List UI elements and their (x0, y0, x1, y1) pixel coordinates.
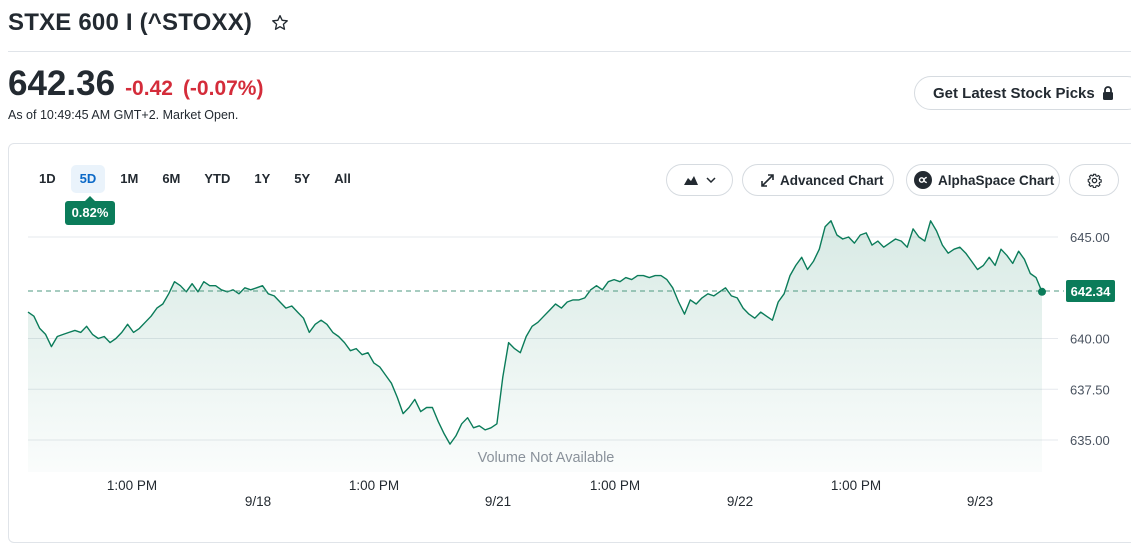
x-tick-label: 9/23 (967, 494, 993, 509)
x-tick-label: 9/21 (485, 494, 511, 509)
last-price-dot (1038, 287, 1046, 296)
price-area-fill (28, 220, 1042, 472)
x-tick-label: 1:00 PM (831, 478, 881, 493)
x-tick-label: 1:00 PM (107, 478, 157, 493)
last-price-label: 642.34 (1071, 284, 1112, 299)
y-tick-label: 637.50 (1070, 382, 1110, 397)
x-tick-label: 1:00 PM (349, 478, 399, 493)
y-tick-label: 635.00 (1070, 433, 1110, 448)
price-chart: 645.00 640.00 637.50 635.00 1:00 PM 9/18 1:00 … (27, 220, 1115, 509)
x-tick-label: 9/22 (727, 494, 753, 509)
volume-not-available-label: Volume Not Available (478, 450, 615, 466)
y-tick-label: 645.00 (1070, 230, 1110, 245)
x-tick-label: 9/18 (245, 494, 271, 509)
y-tick-label: 640.00 (1070, 332, 1110, 347)
x-tick-label: 1:00 PM (590, 478, 640, 493)
